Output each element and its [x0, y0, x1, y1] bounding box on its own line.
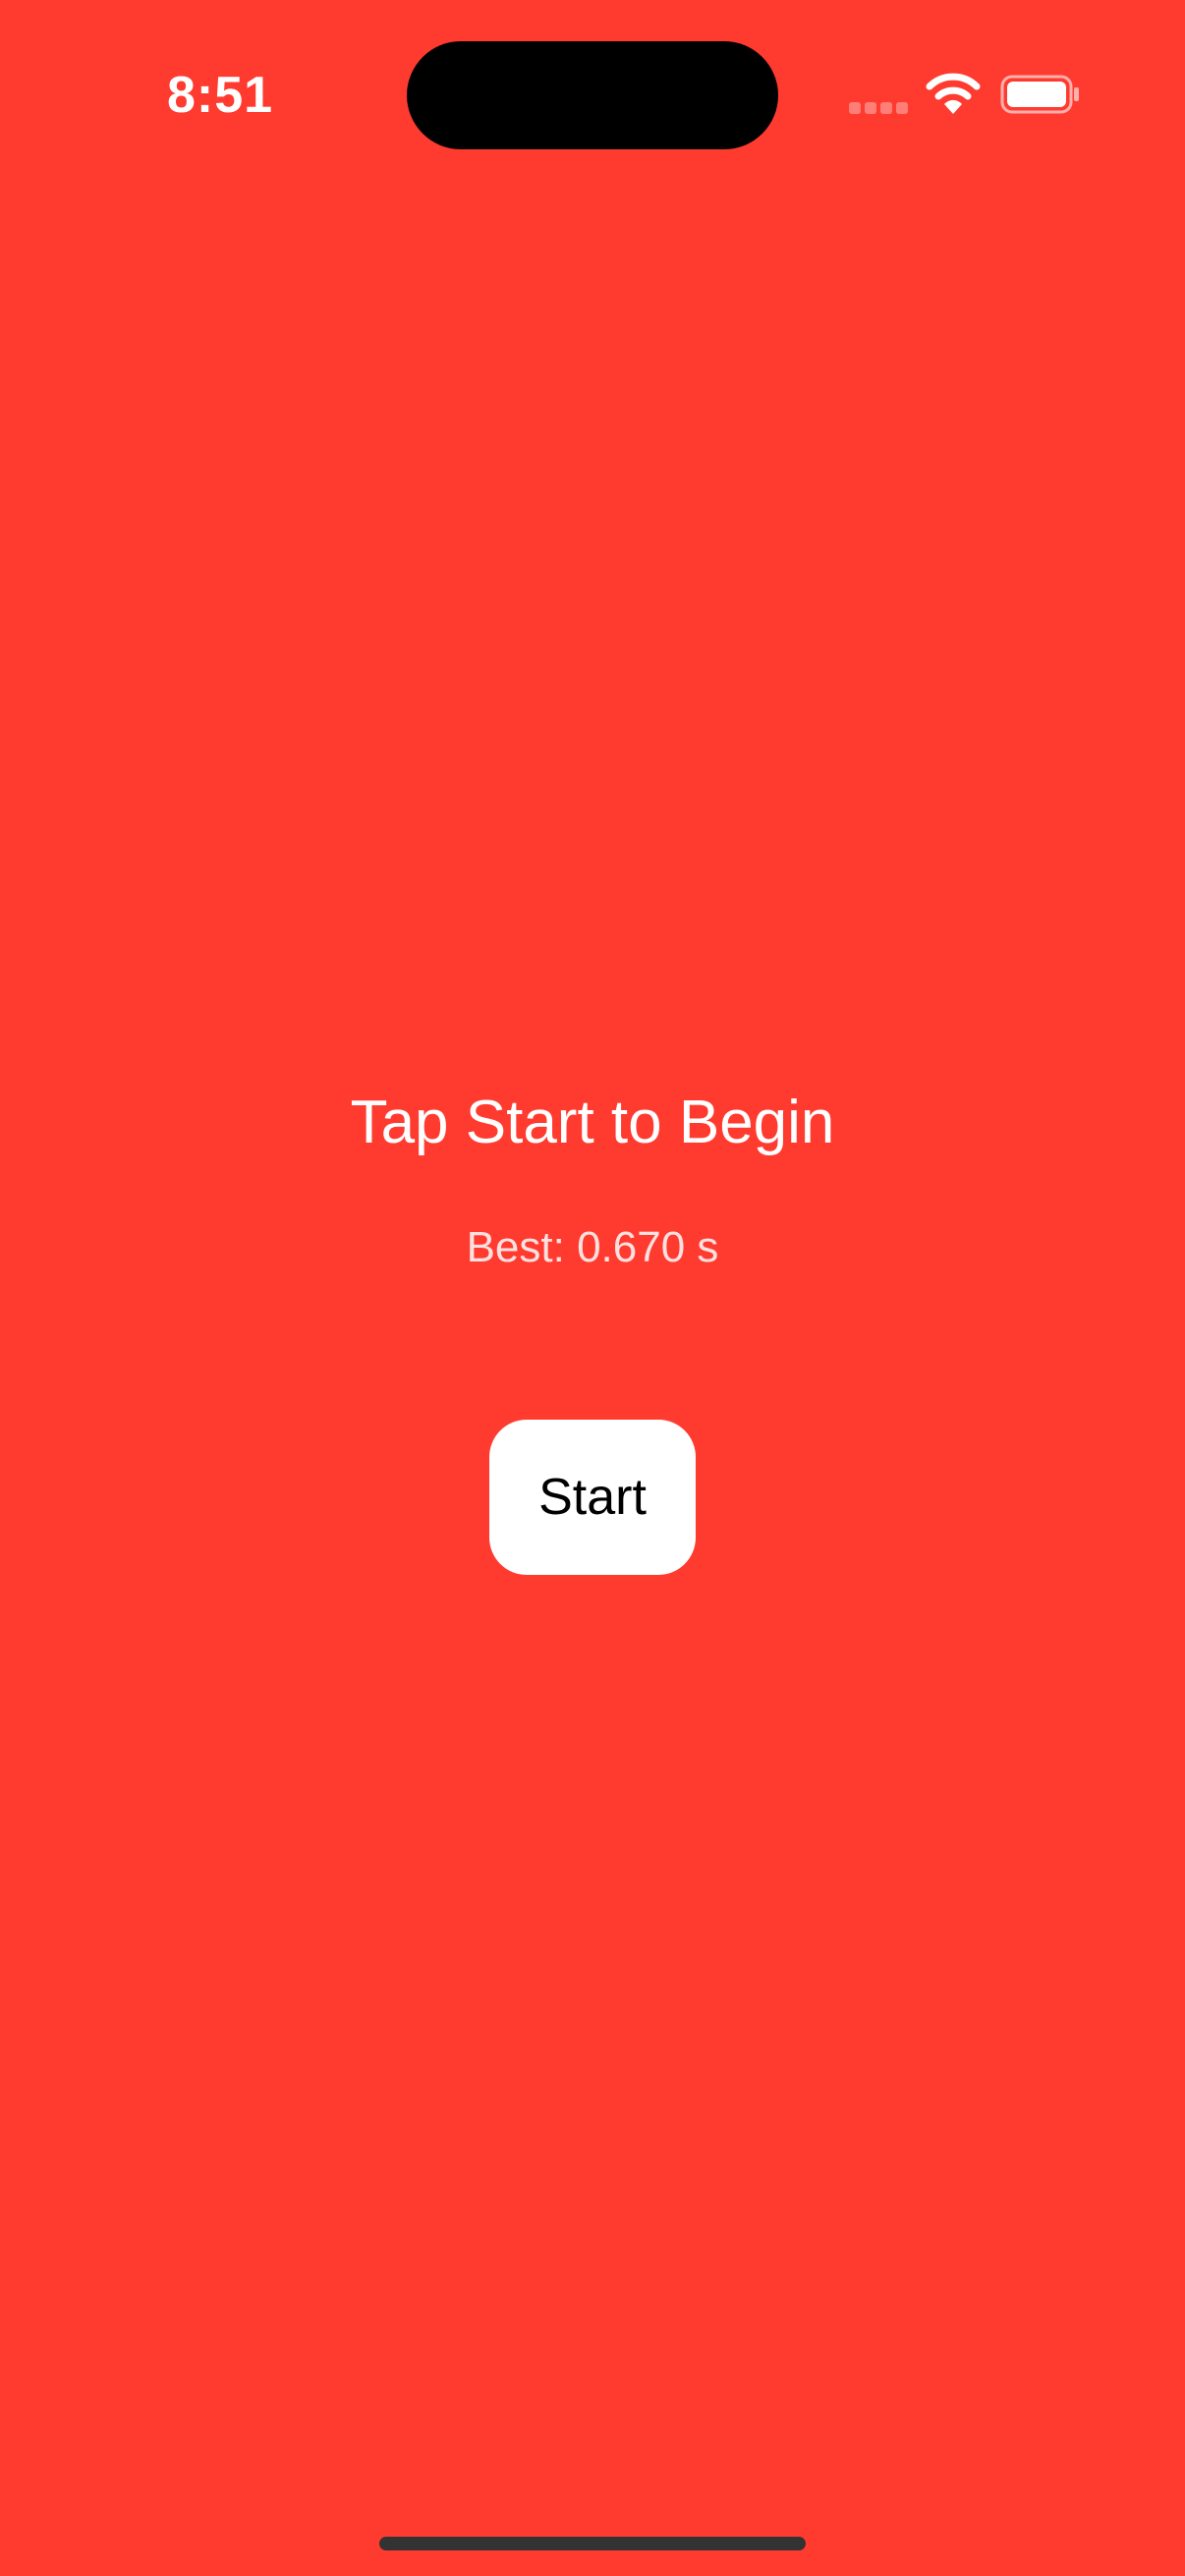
- battery-icon: [1000, 75, 1079, 114]
- app-screen: 8:51 Tap Start to Begin Best: 0.670 s St…: [0, 0, 1185, 2576]
- home-indicator[interactable]: [379, 2537, 806, 2550]
- dynamic-island: [407, 41, 778, 149]
- cell-signal-icon: [849, 102, 908, 114]
- wifi-icon: [926, 73, 981, 114]
- status-time: 8:51: [167, 67, 274, 124]
- instruction-title: Tap Start to Begin: [350, 1089, 835, 1156]
- start-button[interactable]: Start: [489, 1420, 696, 1575]
- best-score-label: Best: 0.670 s: [466, 1223, 719, 1271]
